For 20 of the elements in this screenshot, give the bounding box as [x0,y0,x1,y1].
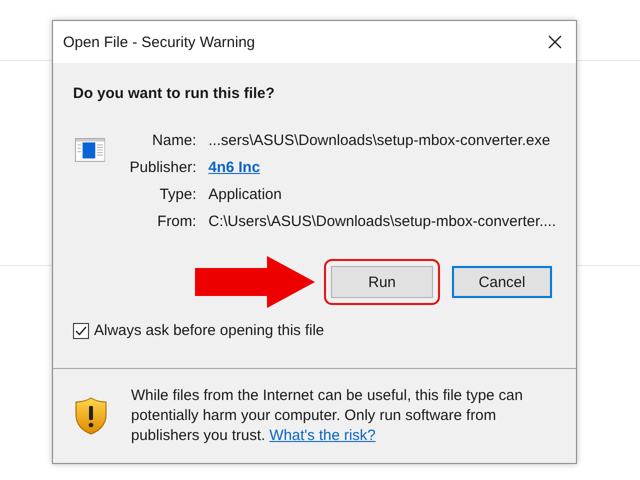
field-label: Publisher: [128,159,196,176]
field-label: From: [156,213,196,230]
dialog-button[interactable]: Run [331,266,433,298]
publisher-link[interactable]: 4n6 Inc [208,159,556,176]
checkbox-label: Always ask before opening this file [94,322,324,339]
field-label: Name: [151,132,196,149]
application-window-icon [75,136,106,164]
dialog-button[interactable]: Cancel [452,266,552,298]
field-value: ...sers\ASUS\Downloads\setup-mbox-converter.exe [208,132,552,149]
field-value: C:\Users\ASUS\Downloads\setup-mbox-converter.... [208,213,556,230]
arrow-icon [195,256,315,308]
close-icon[interactable] [548,35,562,49]
field-value: Application [208,186,283,203]
window-title: Open File - Security Warning [63,34,256,50]
dialog-heading: Do you want to run this file? [73,85,276,102]
warning-shield-icon [75,397,107,435]
checkbox[interactable] [73,322,89,338]
field-label: Type: [158,186,196,203]
warning-text: While files from the Internet can be useful, this file type can potentially harm your computer. Only run software from publishers you trust. What's the risk? [131,386,524,446]
risk-link[interactable]: What's the risk? [269,427,376,444]
